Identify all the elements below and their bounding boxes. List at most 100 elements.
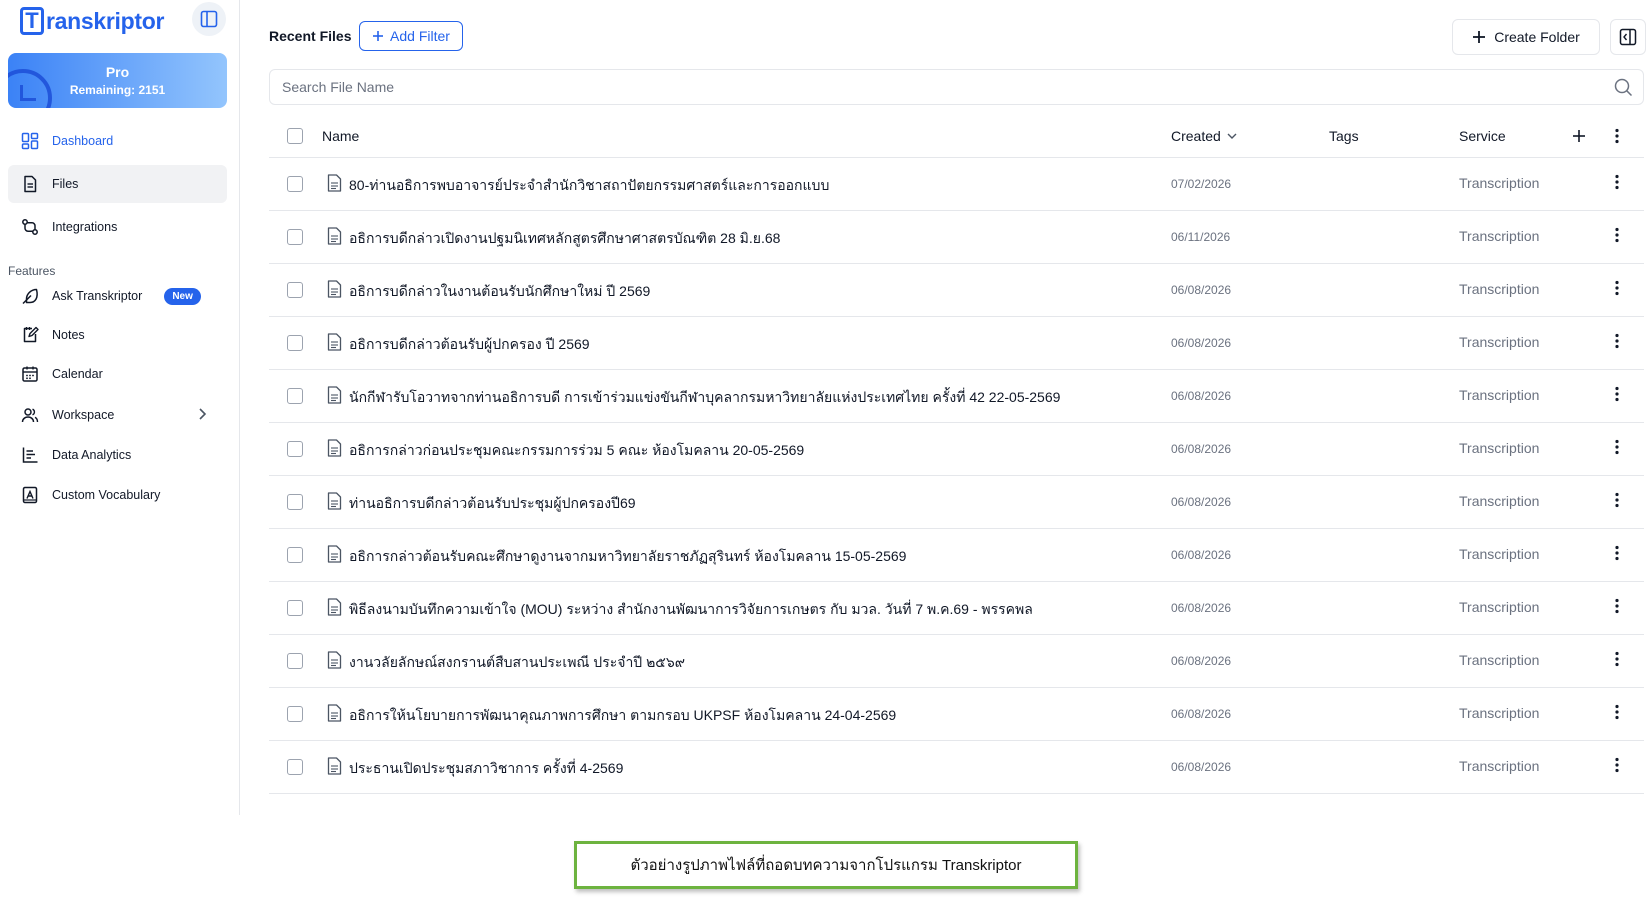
table-row[interactable]: อธิการบดีกล่าวในงานต้อนรับนักศึกษาใหม่ ป… — [269, 264, 1644, 317]
table-row[interactable]: พิธีลงนามบันทึกความเข้าใจ (MOU) ระหว่าง … — [269, 582, 1644, 635]
row-checkbox[interactable] — [287, 547, 303, 563]
row-checkbox[interactable] — [287, 494, 303, 510]
row-checkbox[interactable] — [287, 759, 303, 775]
sidebar-item-label: Calendar — [52, 367, 103, 381]
file-name[interactable]: อธิการกล่าวก่อนประชุมคณะกรรมการร่วม 5 คณ… — [349, 440, 804, 462]
sidebar-item-notes[interactable]: Notes — [8, 316, 227, 354]
sidebar-item-label: Files — [52, 177, 79, 191]
plus-icon — [1473, 31, 1486, 43]
file-created: 06/08/2026 — [1171, 548, 1232, 562]
file-name[interactable]: อธิการบดีกล่าวในงานต้อนรับนักศึกษาใหม่ ป… — [349, 281, 650, 303]
table-row[interactable]: อธิการบดีกล่าวต้อนรับผู้ปกครอง ปี 2569 0… — [269, 317, 1644, 370]
more-vertical-icon[interactable] — [1615, 333, 1619, 349]
table-row[interactable]: ท่านอธิการบดีกล่าวต้อนรับประชุมผู้ปกครอง… — [269, 476, 1644, 529]
file-name[interactable]: 80-ท่านอธิการพบอาจารย์ประจำสำนักวิชาสถาป… — [349, 175, 829, 197]
more-vertical-icon[interactable] — [1615, 439, 1619, 455]
table-row[interactable]: นักกีฬารับโอวาทจากท่านอธิการบดี การเข้าร… — [269, 370, 1644, 423]
file-service: Transcription — [1459, 599, 1540, 615]
sidebar-item-integrations[interactable]: Integrations — [8, 208, 227, 246]
row-checkbox[interactable] — [287, 335, 303, 351]
sidebar-item-dashboard[interactable]: Dashboard — [8, 122, 227, 160]
toggle-panel-button[interactable] — [1610, 19, 1646, 55]
create-folder-button[interactable]: Create Folder — [1452, 19, 1600, 55]
chevron-down-icon — [1227, 133, 1237, 139]
table-row[interactable]: 80-ท่านอธิการพบอาจารย์ประจำสำนักวิชาสถาป… — [269, 158, 1644, 211]
file-name[interactable]: ประธานเปิดประชุมสภาวิชาการ ครั้งที่ 4-25… — [349, 758, 623, 780]
file-created: 07/02/2026 — [1171, 177, 1232, 191]
search-input[interactable] — [270, 70, 1643, 104]
more-vertical-icon[interactable] — [1615, 492, 1619, 508]
analytics-icon — [20, 445, 40, 465]
caption-box: ตัวอย่างรูปภาพไฟล์ที่ถอดบทความจากโปรแกรม… — [574, 841, 1078, 889]
table-row[interactable]: อธิการกล่าวต้อนรับคณะศึกษาดูงานจากมหาวิท… — [269, 529, 1644, 582]
new-badge: New — [164, 287, 201, 305]
calendar-icon — [20, 364, 40, 384]
more-vertical-icon[interactable] — [1615, 545, 1619, 561]
more-vertical-icon[interactable] — [1615, 598, 1619, 614]
file-name[interactable]: อธิการกล่าวต้อนรับคณะศึกษาดูงานจากมหาวิท… — [349, 546, 906, 568]
plus-icon — [373, 31, 384, 41]
sidebar-item-label: Custom Vocabulary — [52, 488, 161, 502]
sidebar-item-label: Notes — [52, 328, 85, 342]
more-vertical-icon[interactable] — [1615, 651, 1619, 667]
sidebar-item-files[interactable]: Files — [8, 165, 227, 203]
document-icon — [327, 227, 342, 245]
sidebar-item-label: Workspace — [52, 408, 115, 422]
more-vertical-icon[interactable] — [1615, 174, 1619, 190]
plan-card[interactable]: Pro Remaining: 2151 — [8, 53, 227, 108]
file-service: Transcription — [1459, 652, 1540, 668]
document-icon — [327, 651, 342, 669]
column-created-sort[interactable]: Created — [1171, 128, 1237, 144]
chevron-right-icon — [199, 408, 207, 420]
row-checkbox[interactable] — [287, 176, 303, 192]
more-vertical-icon[interactable] — [1615, 280, 1619, 296]
document-icon — [327, 492, 342, 510]
file-created: 06/08/2026 — [1171, 654, 1232, 668]
sidebar-item-data-analytics[interactable]: Data Analytics — [8, 436, 227, 474]
file-name[interactable]: อธิการให้นโยบายการพัฒนาคุณภาพการศึกษา ตา… — [349, 705, 896, 727]
table-row[interactable]: อธิการบดีกล่าวเปิดงานปฐมนิเทศหลักสูตรศึก… — [269, 211, 1644, 264]
vocabulary-icon — [20, 485, 40, 505]
transkriptor-logo[interactable]: T ranskriptor — [20, 6, 164, 36]
row-checkbox[interactable] — [287, 229, 303, 245]
sidebar-item-calendar[interactable]: Calendar — [8, 355, 227, 393]
row-checkbox[interactable] — [287, 441, 303, 457]
row-checkbox[interactable] — [287, 282, 303, 298]
more-vertical-icon[interactable] — [1615, 128, 1619, 144]
sidebar-panel-icon — [200, 10, 218, 28]
table-row[interactable]: อธิการให้นโยบายการพัฒนาคุณภาพการศึกษา ตา… — [269, 688, 1644, 741]
dashboard-icon — [20, 131, 40, 151]
row-checkbox[interactable] — [287, 706, 303, 722]
row-checkbox[interactable] — [287, 388, 303, 404]
select-all-checkbox[interactable] — [287, 128, 303, 144]
sidebar-item-ask-transkriptor[interactable]: Ask Transkriptor New — [8, 277, 227, 315]
document-icon — [327, 174, 342, 192]
file-name[interactable]: พิธีลงนามบันทึกความเข้าใจ (MOU) ระหว่าง … — [349, 599, 1033, 621]
row-checkbox[interactable] — [287, 653, 303, 669]
more-vertical-icon[interactable] — [1615, 227, 1619, 243]
file-name[interactable]: อธิการบดีกล่าวเปิดงานปฐมนิเทศหลักสูตรศึก… — [349, 228, 780, 250]
add-filter-label: Add Filter — [390, 28, 450, 44]
page-title: Recent Files — [269, 28, 352, 44]
search-icon[interactable] — [1614, 78, 1633, 97]
search-bar — [269, 69, 1644, 105]
table-row[interactable]: งานวลัยลักษณ์สงกรานต์สืบสานประเพณี ประจำ… — [269, 635, 1644, 688]
file-service: Transcription — [1459, 440, 1540, 456]
file-name[interactable]: ท่านอธิการบดีกล่าวต้อนรับประชุมผู้ปกครอง… — [349, 493, 636, 515]
sidebar-item-workspace[interactable]: Workspace — [8, 396, 227, 434]
file-name[interactable]: งานวลัยลักษณ์สงกรานต์สืบสานประเพณี ประจำ… — [349, 652, 685, 674]
add-column-icon[interactable] — [1572, 129, 1586, 143]
file-name[interactable]: นักกีฬารับโอวาทจากท่านอธิการบดี การเข้าร… — [349, 387, 1060, 409]
more-vertical-icon[interactable] — [1615, 704, 1619, 720]
more-vertical-icon[interactable] — [1615, 757, 1619, 773]
table-row[interactable]: อธิการกล่าวก่อนประชุมคณะกรรมการร่วม 5 คณ… — [269, 423, 1644, 476]
table-row[interactable]: ประธานเปิดประชุมสภาวิชาการ ครั้งที่ 4-25… — [269, 741, 1644, 794]
create-folder-label: Create Folder — [1494, 29, 1580, 45]
row-checkbox[interactable] — [287, 600, 303, 616]
sidebar-toggle-button[interactable] — [192, 2, 226, 36]
add-filter-button[interactable]: Add Filter — [359, 21, 463, 51]
file-created: 06/08/2026 — [1171, 601, 1232, 615]
sidebar-item-custom-vocabulary[interactable]: Custom Vocabulary — [8, 476, 227, 514]
more-vertical-icon[interactable] — [1615, 386, 1619, 402]
file-name[interactable]: อธิการบดีกล่าวต้อนรับผู้ปกครอง ปี 2569 — [349, 334, 590, 356]
